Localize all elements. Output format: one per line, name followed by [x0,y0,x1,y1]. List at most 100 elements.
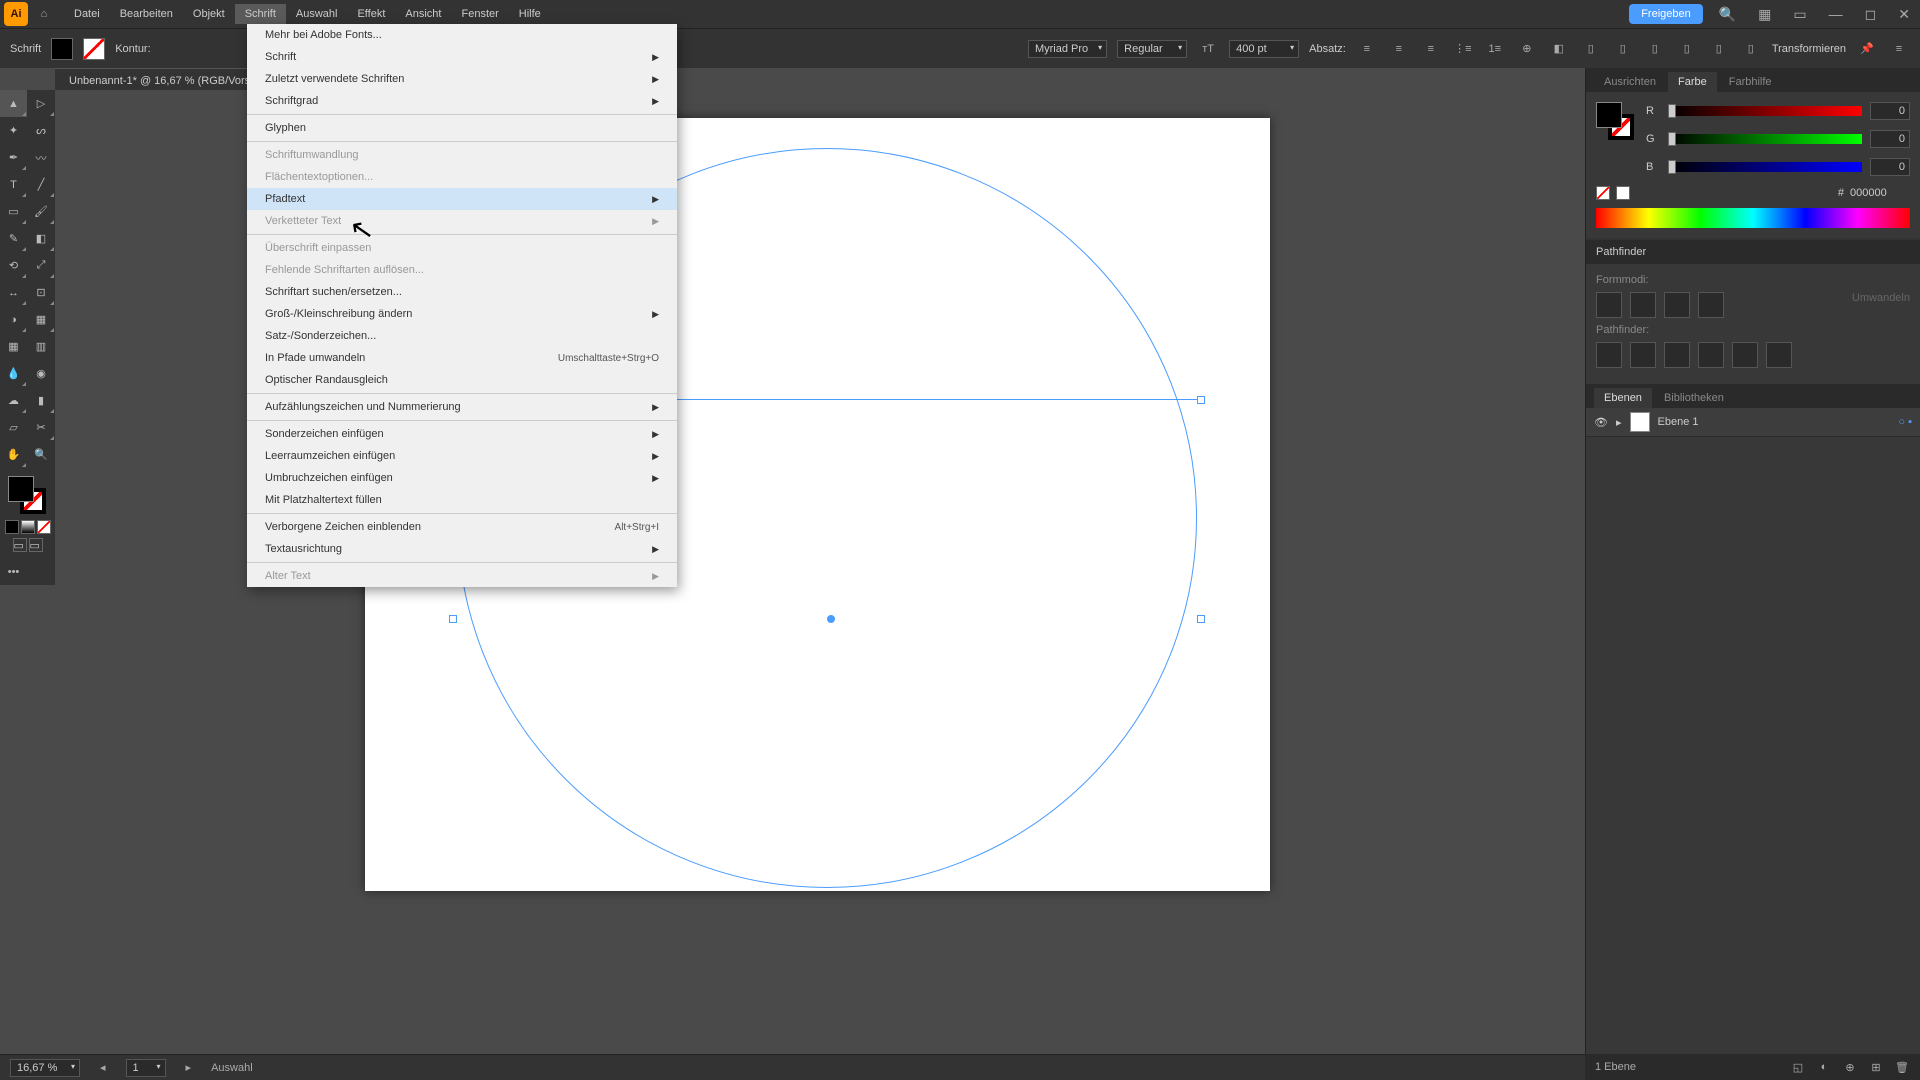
minimize-icon[interactable]: — [1823,6,1849,22]
align-objects-icon[interactable]: ▯ [1580,38,1602,60]
slice-tool[interactable]: ✂ [28,414,55,441]
g-slider[interactable] [1668,134,1862,144]
number-list-icon[interactable]: 1≡ [1484,38,1506,60]
menu-item-schrift[interactable]: Schrift▶ [247,46,677,68]
magic-wand-tool[interactable]: ✦ [0,117,27,144]
menu-icon[interactable]: ≡ [1888,38,1910,60]
pf-minus-front[interactable] [1630,292,1656,318]
tab-farbe[interactable]: Farbe [1668,72,1717,92]
menu-item-schriftgrad[interactable]: Schriftgrad▶ [247,90,677,112]
color-spectrum[interactable] [1596,208,1910,228]
tab-ausrichten[interactable]: Ausrichten [1594,72,1666,92]
lasso-tool[interactable]: ᔕ [28,117,55,144]
menu-item-umbruchzeichen-einf-gen[interactable]: Umbruchzeichen einfügen▶ [247,467,677,489]
align-objects-3-icon[interactable]: ▯ [1644,38,1666,60]
symbol-sprayer-tool[interactable]: ☁ [0,387,27,414]
menu-item-schriftart-suchen-ersetzen-[interactable]: Schriftart suchen/ersetzen... [247,281,677,303]
rectangle-tool[interactable]: ▭ [0,198,27,225]
type-tool[interactable]: T [0,171,27,198]
font-family-select[interactable]: Myriad Pro [1028,40,1107,58]
close-icon[interactable]: ✕ [1892,6,1916,23]
eyedropper-tool[interactable]: 💧 [0,360,27,387]
visibility-icon[interactable]: 👁 [1594,416,1608,429]
font-size-select[interactable]: 400 pt [1229,40,1299,58]
align-center-icon[interactable]: ≡ [1388,38,1410,60]
shaper-tool[interactable]: ✎ [0,225,27,252]
pf-crop[interactable] [1698,342,1724,368]
direct-selection-tool[interactable]: ▷ [28,90,55,117]
align-objects-2-icon[interactable]: ▯ [1612,38,1634,60]
menu-bearbeiten[interactable]: Bearbeiten [110,4,183,24]
menu-item-aufz-hlungszeichen-und-nummerierung[interactable]: Aufzählungszeichen und Nummerierung▶ [247,396,677,418]
blend-tool[interactable]: ◉ [28,360,55,387]
curvature-tool[interactable]: 〰 [28,144,55,171]
new-layer-icon[interactable]: ⊞ [1868,1059,1884,1075]
hand-tool[interactable]: ✋ [0,441,27,468]
pf-unite[interactable] [1596,292,1622,318]
menu-objekt[interactable]: Objekt [183,4,235,24]
rotate-tool[interactable]: ⟲ [0,252,27,279]
menu-item-satz-sonderzeichen-[interactable]: Satz-/Sonderzeichen... [247,325,677,347]
gradient-tool[interactable]: ▥ [28,333,55,360]
pin-icon[interactable]: 📌 [1856,38,1878,60]
b-slider[interactable] [1668,162,1862,172]
align-right-icon[interactable]: ≡ [1420,38,1442,60]
menu-item-in-pfade-umwandeln[interactable]: In Pfade umwandelnUmschalttaste+Strg+O [247,347,677,369]
pf-outline[interactable] [1732,342,1758,368]
isolate-icon[interactable]: ◧ [1548,38,1570,60]
pf-intersect[interactable] [1664,292,1690,318]
artboard-tool[interactable]: ▱ [0,414,27,441]
workspace-icon[interactable]: ▭ [1787,6,1812,23]
fill-stroke-colors[interactable]: ▭ ▭ [0,468,55,558]
perspective-tool[interactable]: ▦ [28,306,55,333]
clip-mask-icon[interactable]: ◐ [1816,1059,1832,1075]
layer-name[interactable]: Ebene 1 [1658,416,1699,428]
menu-datei[interactable]: Datei [64,4,110,24]
menu-item-optischer-randausgleich[interactable]: Optischer Randausgleich [247,369,677,391]
edit-toolbar[interactable]: ••• [0,558,27,585]
align-vert-icon[interactable]: ▯ [1676,38,1698,60]
menu-item-zuletzt-verwendete-schriften[interactable]: Zuletzt verwendete Schriften▶ [247,68,677,90]
free-transform-tool[interactable]: ⊡ [28,279,55,306]
arrange-icon[interactable]: ▦ [1752,6,1777,23]
none-swatch[interactable] [1596,186,1610,200]
r-value[interactable]: 0 [1870,102,1910,120]
paintbrush-tool[interactable]: 🖌 [28,198,55,225]
width-tool[interactable]: ↔ [0,279,27,306]
g-value[interactable]: 0 [1870,130,1910,148]
menu-ansicht[interactable]: Ansicht [395,4,451,24]
graph-tool[interactable]: ▮ [28,387,55,414]
pf-divide[interactable] [1596,342,1622,368]
stroke-swatch[interactable] [83,38,105,60]
delete-layer-icon[interactable]: 🗑 [1894,1059,1910,1075]
line-tool[interactable]: ╱ [28,171,55,198]
menu-item-pfadtext[interactable]: Pfadtext▶ [247,188,677,210]
bullet-list-icon[interactable]: ⋮≡ [1452,38,1474,60]
new-sublayer-icon[interactable]: ⊕ [1842,1059,1858,1075]
menu-effekt[interactable]: Effekt [347,4,395,24]
align-vert-2-icon[interactable]: ▯ [1708,38,1730,60]
home-icon[interactable]: ⌂ [34,4,54,24]
menu-hilfe[interactable]: Hilfe [509,4,551,24]
expand-icon[interactable]: ▸ [1616,416,1622,429]
color-mode-gradient[interactable] [21,520,35,534]
artboard-next[interactable]: ▸ [186,1061,192,1074]
menu-item-glyphen[interactable]: Glyphen [247,117,677,139]
font-style-select[interactable]: Regular [1117,40,1187,58]
white-swatch[interactable] [1616,186,1630,200]
menu-auswahl[interactable]: Auswahl [286,4,348,24]
menu-item-mit-platzhaltertext-f-llen[interactable]: Mit Platzhaltertext füllen [247,489,677,511]
menu-item-gro-kleinschreibung-ndern[interactable]: Groß-/Kleinschreibung ändern▶ [247,303,677,325]
artboard-prev[interactable]: ◂ [100,1061,106,1074]
panel-fill-swatch[interactable] [1596,102,1622,128]
eraser-tool[interactable]: ◧ [28,225,55,252]
menu-schrift[interactable]: Schrift [235,4,286,24]
tab-bibliotheken[interactable]: Bibliotheken [1654,388,1734,408]
r-slider[interactable] [1668,106,1862,116]
menu-item-sonderzeichen-einf-gen[interactable]: Sonderzeichen einfügen▶ [247,423,677,445]
align-vert-3-icon[interactable]: ▯ [1740,38,1762,60]
artboard-select[interactable]: 1 [126,1059,166,1077]
color-mode-none[interactable] [37,520,51,534]
mesh-tool[interactable]: ▦ [0,333,27,360]
locate-layer-icon[interactable]: ◱ [1790,1059,1806,1075]
